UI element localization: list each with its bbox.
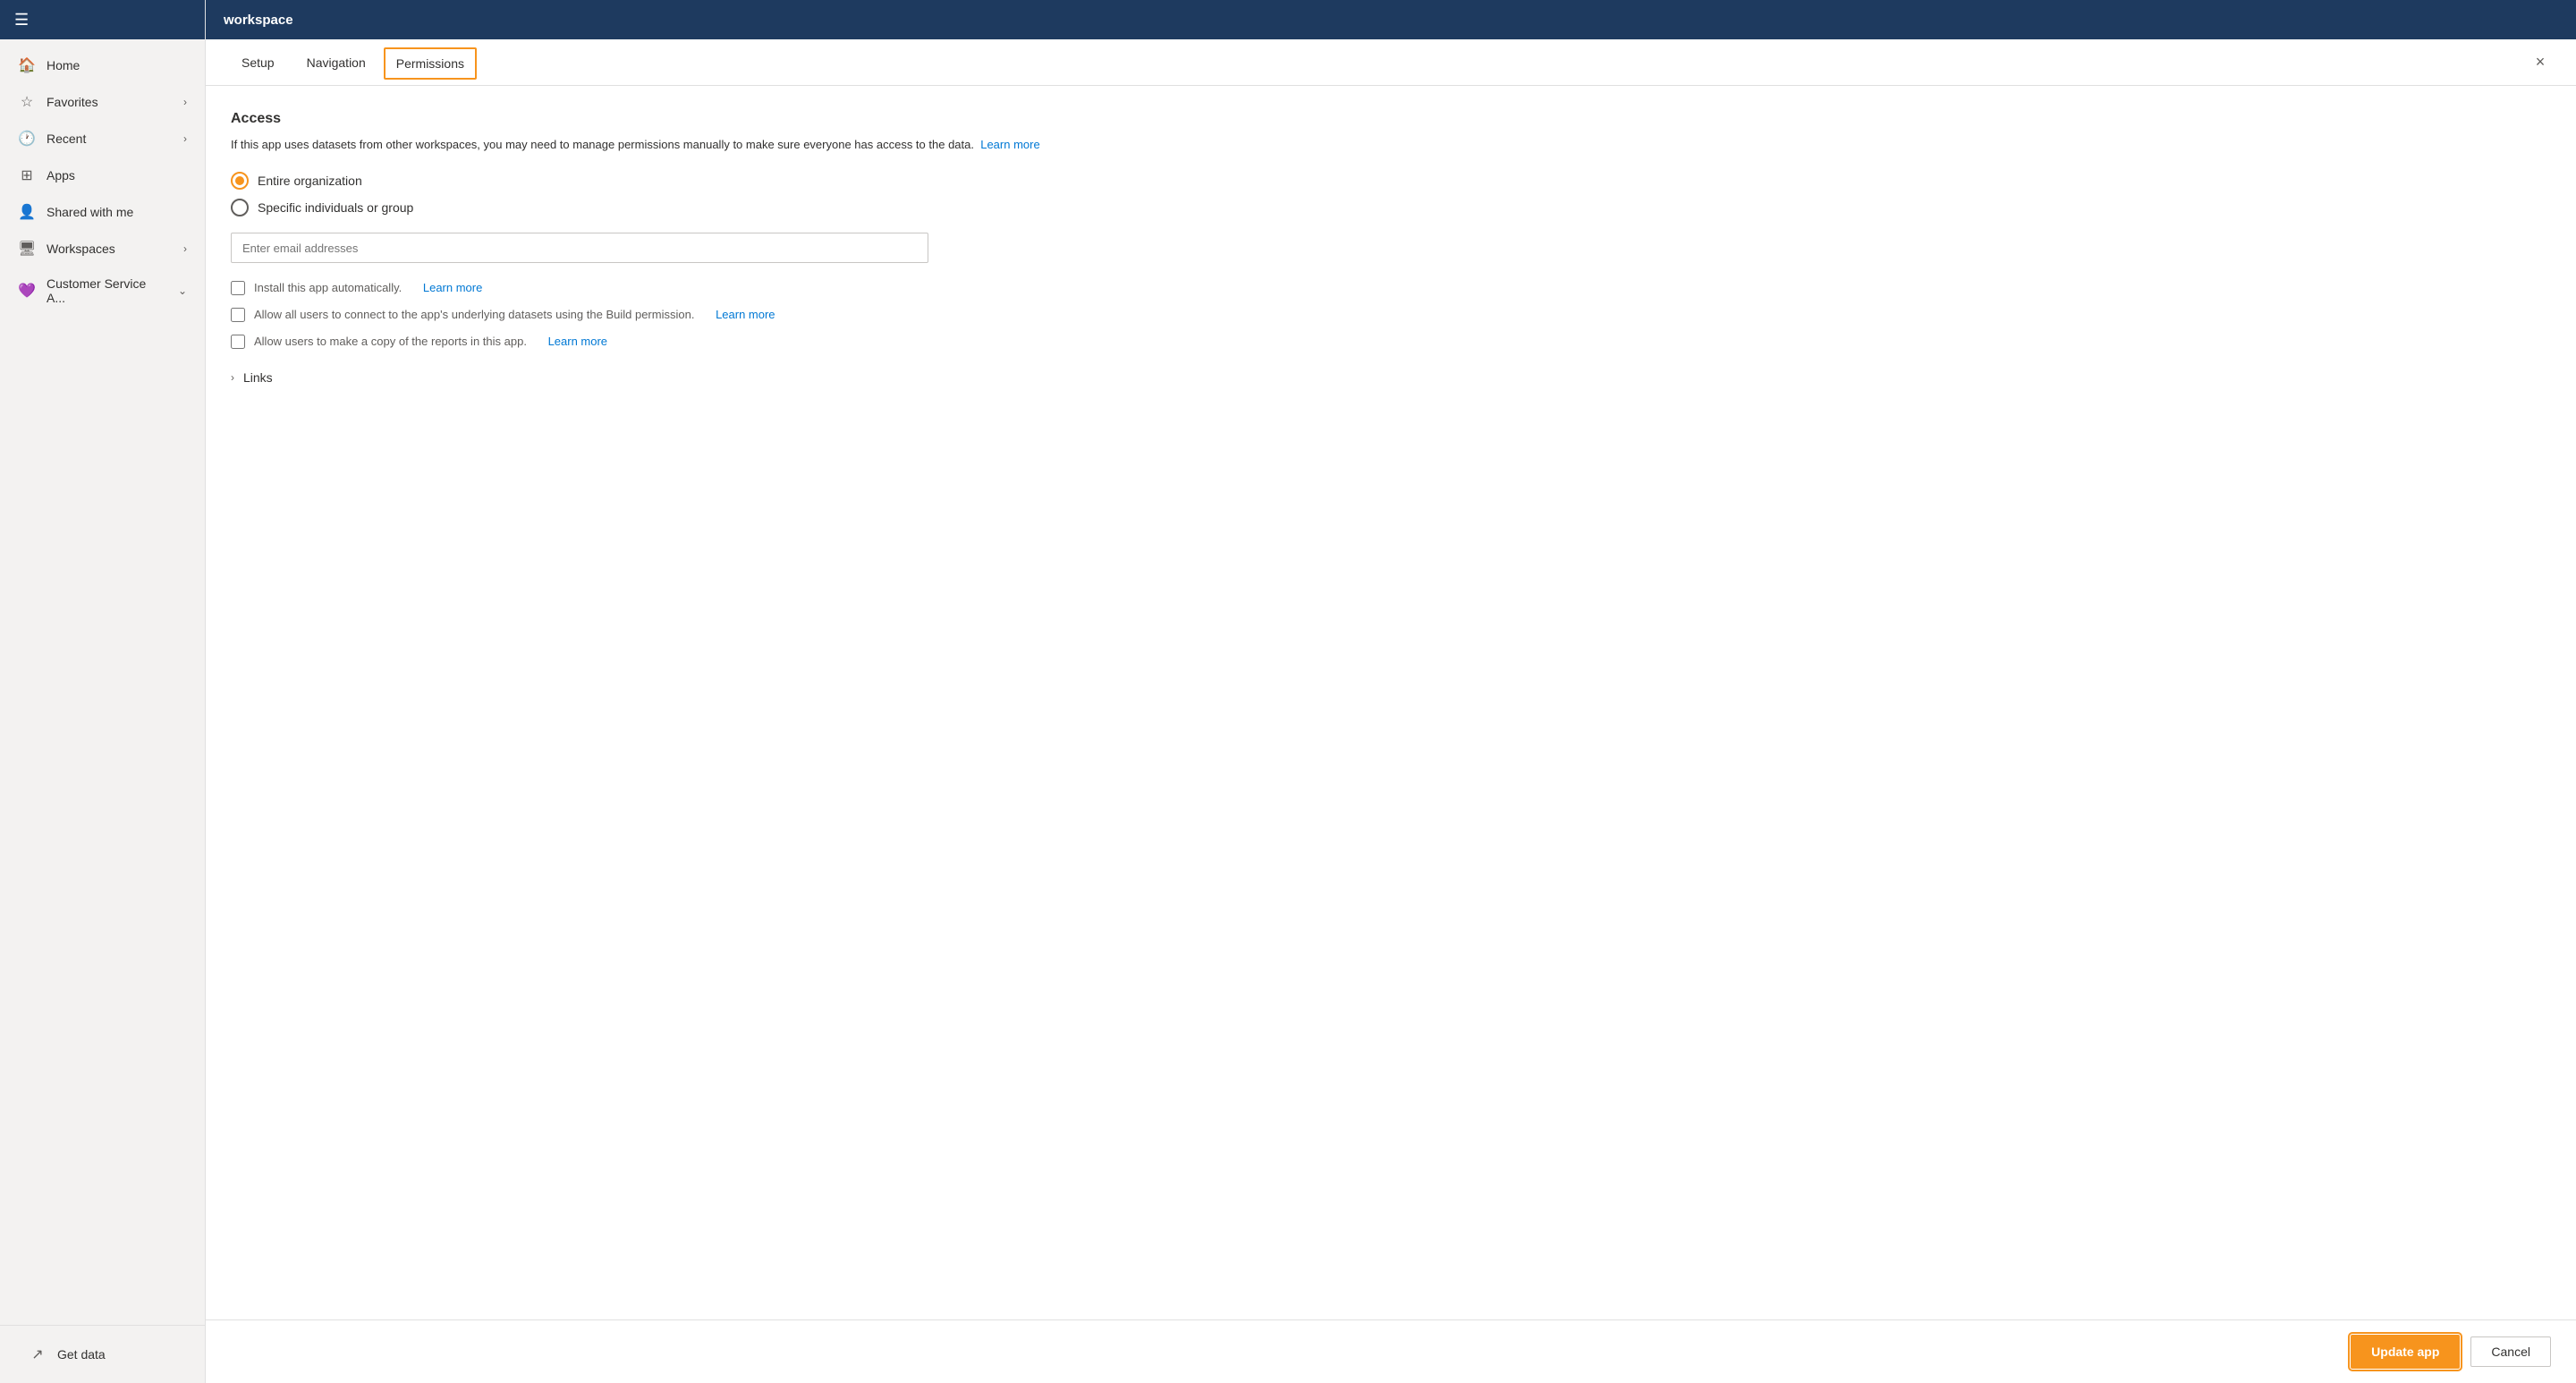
- sidebar-item-label-workspaces: Workspaces: [47, 242, 173, 256]
- sidebar-item-label-home: Home: [47, 58, 187, 72]
- hamburger-menu-icon[interactable]: ☰: [14, 11, 29, 30]
- close-button[interactable]: ×: [2526, 48, 2555, 77]
- email-input-container[interactable]: [231, 233, 928, 263]
- allow-build-learn-more-link[interactable]: Learn more: [716, 308, 775, 321]
- sidebar-item-label-apps: Apps: [47, 168, 187, 182]
- favorites-icon: ☆: [18, 93, 36, 111]
- sidebar-item-shared[interactable]: 👤 Shared with me: [4, 194, 201, 230]
- workspace-title: workspace: [224, 13, 293, 28]
- chevron-down-icon: ⌄: [178, 284, 187, 297]
- panel-body: Access If this app uses datasets from ot…: [206, 86, 2576, 1319]
- sidebar-item-apps[interactable]: ⊞ Apps: [4, 157, 201, 193]
- shared-icon: 👤: [18, 203, 36, 221]
- access-description: If this app uses datasets from other wor…: [231, 136, 2551, 154]
- panel-footer: Update app Cancel: [206, 1319, 2576, 1383]
- checkbox-allow-copy-input[interactable]: [231, 335, 245, 349]
- sidebar-item-recent[interactable]: 🕐 Recent ›: [4, 121, 201, 157]
- email-input[interactable]: [242, 242, 917, 255]
- radio-specific-individuals[interactable]: Specific individuals or group: [231, 199, 2551, 216]
- allow-copy-learn-more-link[interactable]: Learn more: [548, 335, 607, 348]
- sidebar-item-customer-service[interactable]: 💜 Customer Service A... ⌄: [4, 267, 201, 314]
- permissions-panel: Setup Navigation Permissions × Access If…: [206, 39, 2576, 1383]
- sidebar-item-label-recent: Recent: [47, 132, 173, 146]
- access-section: Access If this app uses datasets from ot…: [231, 111, 2551, 385]
- checkbox-allow-copy-label: Allow users to make a copy of the report…: [254, 335, 527, 348]
- sidebar-item-label-get-data: Get data: [57, 1347, 176, 1362]
- sidebar-item-label-customer-service: Customer Service A...: [47, 276, 167, 305]
- links-section[interactable]: › Links: [231, 370, 2551, 385]
- get-data-icon: ↗: [29, 1345, 47, 1363]
- sidebar-item-get-data[interactable]: ↗ Get data: [14, 1336, 191, 1372]
- topbar: workspace: [206, 0, 2576, 39]
- recent-icon: 🕐: [18, 130, 36, 148]
- sidebar-nav: 🏠 Home ☆ Favorites › 🕐 Recent › ⊞ Apps 👤…: [0, 39, 205, 1325]
- chevron-right-icon: ›: [183, 242, 187, 255]
- radio-unselected-indicator: [231, 199, 249, 216]
- radio-entire-org-label: Entire organization: [258, 174, 362, 188]
- sidebar: ☰ 🏠 Home ☆ Favorites › 🕐 Recent › ⊞ Apps…: [0, 0, 206, 1383]
- checkbox-allow-build-label: Allow all users to connect to the app's …: [254, 308, 694, 321]
- radio-entire-org[interactable]: Entire organization: [231, 172, 2551, 190]
- apps-icon: ⊞: [18, 166, 36, 184]
- panel-tabs: Setup Navigation Permissions ×: [206, 39, 2576, 86]
- sidebar-header: ☰: [0, 0, 205, 39]
- checkbox-allow-build-input[interactable]: [231, 308, 245, 322]
- access-title: Access: [231, 111, 2551, 127]
- checkbox-allow-copy: Allow users to make a copy of the report…: [231, 335, 2551, 349]
- customer-service-icon: 💜: [18, 282, 36, 300]
- radio-selected-indicator: [231, 172, 249, 190]
- radio-group: Entire organization Specific individuals…: [231, 172, 2551, 216]
- sidebar-item-home[interactable]: 🏠 Home: [4, 47, 201, 83]
- radio-inner-dot: [235, 176, 244, 185]
- sidebar-item-label-shared: Shared with me: [47, 205, 187, 219]
- update-app-button[interactable]: Update app: [2351, 1335, 2460, 1369]
- sidebar-item-favorites[interactable]: ☆ Favorites ›: [4, 84, 201, 120]
- tab-permissions[interactable]: Permissions: [384, 47, 477, 80]
- checkbox-allow-build: Allow all users to connect to the app's …: [231, 308, 2551, 322]
- tab-navigation[interactable]: Navigation: [292, 39, 380, 86]
- links-label: Links: [243, 370, 273, 385]
- links-chevron-icon: ›: [231, 371, 234, 384]
- access-learn-more-link[interactable]: Learn more: [980, 138, 1039, 151]
- checkbox-install-auto-input[interactable]: [231, 281, 245, 295]
- checkbox-install-auto: Install this app automatically. Learn mo…: [231, 281, 2551, 295]
- install-auto-learn-more-link[interactable]: Learn more: [423, 281, 482, 294]
- main-content: workspace Setup Navigation Permissions ×…: [206, 0, 2576, 1383]
- workspaces-icon: 🖥: [18, 240, 36, 258]
- radio-specific-label: Specific individuals or group: [258, 200, 413, 215]
- chevron-right-icon: ›: [183, 96, 187, 108]
- sidebar-item-label-favorites: Favorites: [47, 95, 173, 109]
- sidebar-footer: ↗ Get data: [0, 1325, 205, 1383]
- chevron-right-icon: ›: [183, 132, 187, 145]
- checkbox-group: Install this app automatically. Learn mo…: [231, 281, 2551, 349]
- cancel-button[interactable]: Cancel: [2470, 1336, 2551, 1367]
- home-icon: 🏠: [18, 56, 36, 74]
- sidebar-item-workspaces[interactable]: 🖥 Workspaces ›: [4, 231, 201, 267]
- checkbox-install-auto-label: Install this app automatically.: [254, 281, 402, 294]
- tab-setup[interactable]: Setup: [227, 39, 289, 86]
- content-area: Setup Navigation Permissions × Access If…: [206, 39, 2576, 1383]
